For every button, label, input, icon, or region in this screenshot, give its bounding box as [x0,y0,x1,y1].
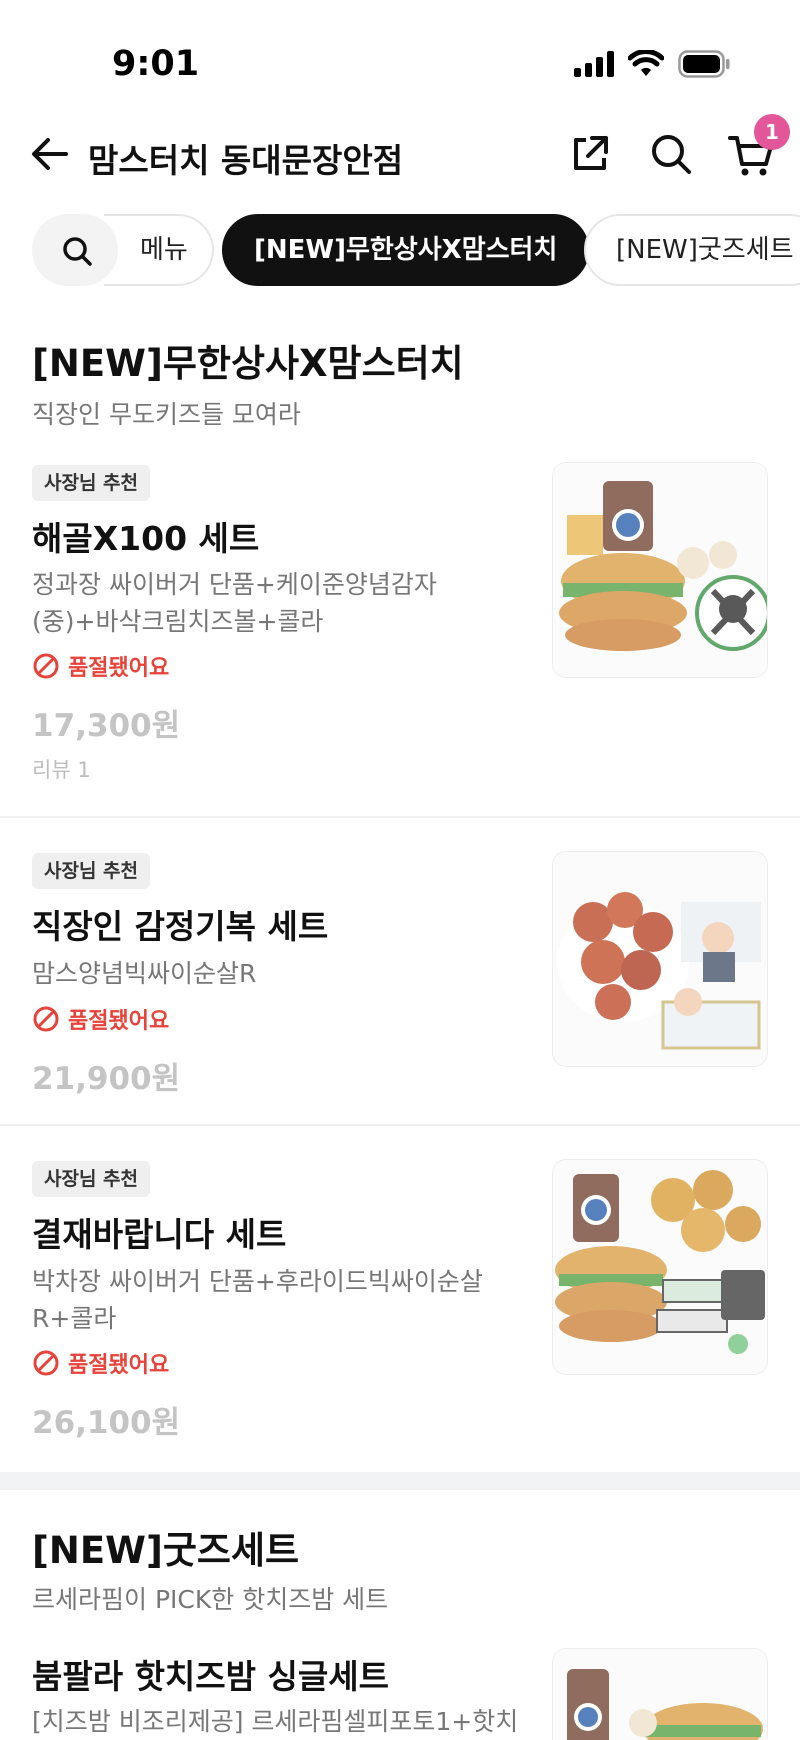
item-name: 해골X100 세트 [32,519,260,558]
owner-pick-badge: 사장님 추천 [32,1161,151,1197]
arrow-left-icon [32,138,68,170]
soldout-label: 품절됐어요 [32,1347,169,1379]
goods-set-image [553,1649,767,1740]
chicken-set-image [553,852,767,1066]
item-image[interactable] [552,1648,768,1740]
store-title: 맘스터치 동대문장안점 [88,141,404,180]
section-subtitle: 르세라핌이 PICK한 핫치즈밤 세트 [32,1585,389,1614]
status-icons [574,50,730,78]
tab-search-button[interactable] [32,214,118,286]
item-name: 직장인 감정기복 세트 [32,907,329,946]
soldout-label: 품절됐어요 [32,650,169,682]
burger-chicken-set-image [553,1160,767,1374]
tab-new-goods[interactable]: [NEW]굿즈세트 [584,214,800,286]
tab-new-muhan[interactable]: [NEW]무한상사X맘스터치 [222,214,590,286]
back-button[interactable] [28,132,72,176]
prohibited-icon [33,653,59,679]
tab-menu[interactable]: 메뉴 [104,214,214,286]
item-price: 26,100원 [32,1405,181,1441]
signal-icon [574,51,614,77]
item-divider [0,816,800,818]
soldout-text: 품절됐어요 [68,656,170,681]
soldout-text: 품절됐어요 [68,1009,170,1034]
cart-count-badge: 1 [754,114,790,150]
item-image[interactable] [552,1159,768,1375]
owner-pick-badge: 사장님 추천 [32,465,151,501]
search-button[interactable] [648,131,694,177]
battery-icon [678,50,730,78]
prohibited-icon [33,1006,59,1032]
item-divider [0,1124,800,1126]
item-image[interactable] [552,851,768,1067]
store-header: 맘스터치 동대문장안점 [0,118,800,192]
soldout-label: 품절됐어요 [32,1003,169,1035]
section-separator [0,1472,800,1490]
status-bar: 9:01 [0,0,800,100]
search-icon [63,237,92,266]
item-name: 붐팔라 핫치즈밤 싱글세트 [32,1657,389,1696]
section-subtitle: 직장인 무도키즈들 모여라 [32,400,301,429]
share-button[interactable] [568,132,612,176]
item-description: 박차장 싸이버거 단품+후라이드빅싸이순살R+콜라 [32,1267,483,1333]
review-count: 리뷰 1 [32,758,91,782]
section-title: [NEW]굿즈세트 [32,1529,300,1572]
section-title: [NEW]무한상사X맘스터치 [32,342,464,385]
category-tabs: 메뉴 [NEW]무한상사X맘스터치 [NEW]굿즈세트 [0,214,800,288]
owner-pick-badge: 사장님 추천 [32,853,151,889]
burger-set-image [553,463,767,677]
share-icon [574,136,608,170]
status-time: 9:01 [112,44,200,84]
prohibited-icon [33,1350,59,1376]
item-description: [치즈밤 비조리제공] 르세라핌셀피포토1+핫치 [32,1707,519,1736]
wifi-icon [628,50,664,76]
item-image[interactable] [552,462,768,678]
item-price: 21,900원 [32,1061,181,1097]
item-description: 정과장 싸이버거 단품+케이준양념감자(중)+바삭크림치즈볼+콜라 [32,570,437,636]
soldout-text: 품절됐어요 [68,1353,170,1378]
item-description: 맘스양념빅싸이순살R [32,959,257,988]
search-icon [652,135,691,174]
item-name: 결재바랍니다 세트 [32,1215,287,1254]
item-price: 17,300원 [32,708,181,744]
